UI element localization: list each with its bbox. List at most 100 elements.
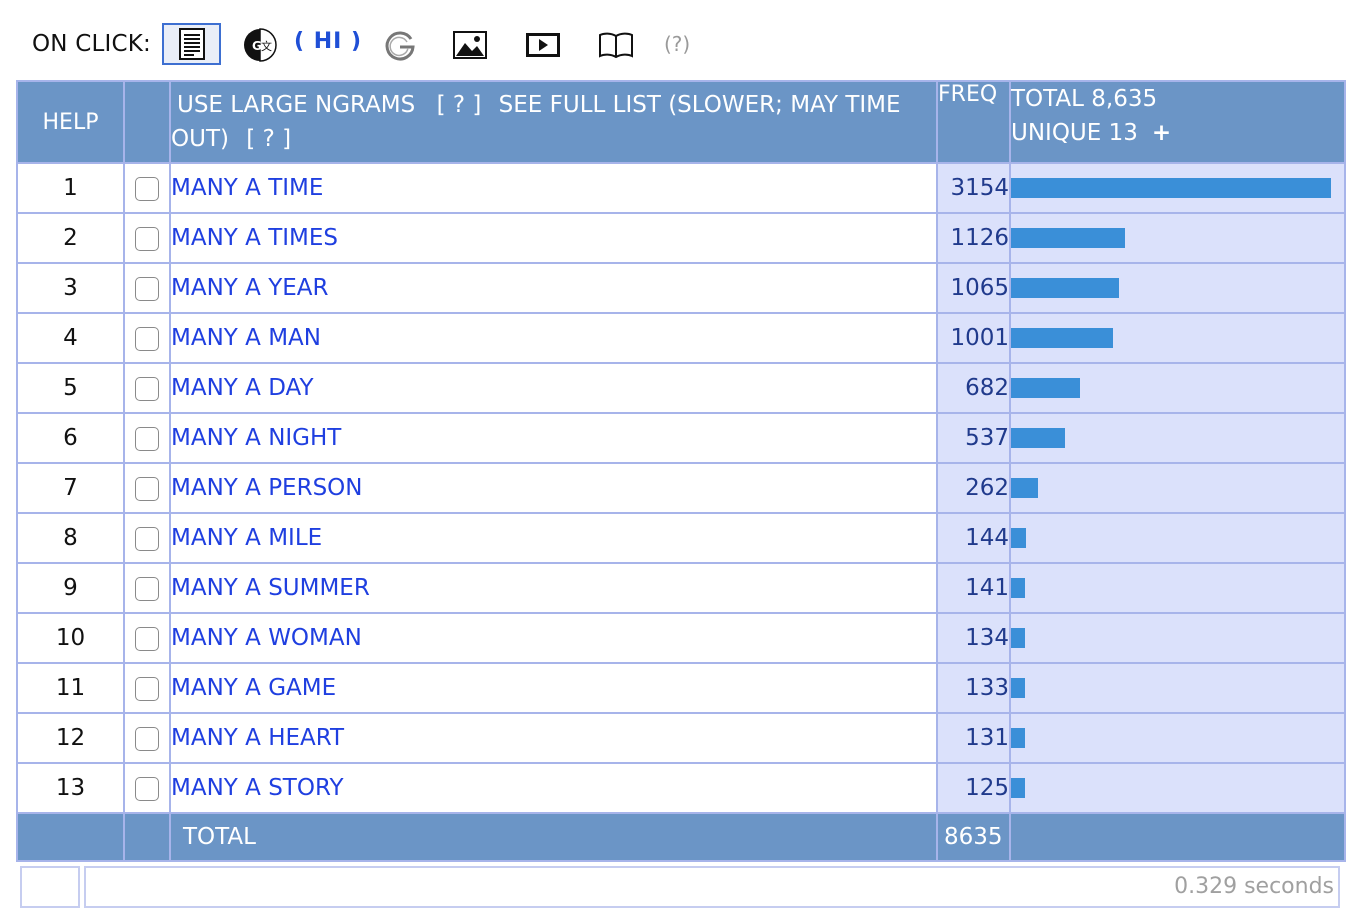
row-bar-cell bbox=[1009, 612, 1346, 664]
row-phrase-cell: MANY A NIGHT bbox=[169, 412, 938, 464]
timing-box: 0.329 seconds bbox=[84, 866, 1340, 908]
phrase-link[interactable]: MANY A DAY bbox=[171, 375, 314, 401]
row-checkbox[interactable] bbox=[135, 726, 159, 751]
table-row: 6 MANY A NIGHT 537 bbox=[16, 412, 1346, 464]
full-list-help-link[interactable]: [ ? ] bbox=[246, 126, 291, 152]
total-freq: 8635 bbox=[936, 812, 1011, 862]
phrase-link[interactable]: MANY A YEAR bbox=[171, 275, 329, 301]
row-checkbox-cell bbox=[123, 262, 171, 314]
phrase-link[interactable]: MANY A MILE bbox=[171, 525, 322, 551]
freq-bar bbox=[1011, 478, 1038, 498]
row-checkbox[interactable] bbox=[135, 226, 159, 251]
row-freq: 537 bbox=[936, 412, 1011, 464]
row-checkbox[interactable] bbox=[135, 176, 159, 201]
use-large-ngrams-link[interactable]: USE LARGE NGRAMS bbox=[171, 92, 415, 118]
row-phrase-cell: MANY A GAME bbox=[169, 662, 938, 714]
row-phrase-cell: MANY A DAY bbox=[169, 362, 938, 414]
freq-bar bbox=[1011, 778, 1025, 798]
phrase-link[interactable]: MANY A TIME bbox=[171, 175, 323, 201]
table-row: 9 MANY A SUMMER 141 bbox=[16, 562, 1346, 614]
row-bar-cell bbox=[1009, 162, 1346, 214]
row-freq: 262 bbox=[936, 462, 1011, 514]
phrase-link[interactable]: MANY A WOMAN bbox=[171, 625, 362, 651]
row-checkbox[interactable] bbox=[135, 676, 159, 701]
freq-bar bbox=[1011, 378, 1080, 398]
row-number: 9 bbox=[16, 562, 125, 614]
row-freq: 144 bbox=[936, 512, 1011, 564]
row-number: 3 bbox=[16, 262, 125, 314]
total-row-empty-2 bbox=[123, 812, 171, 862]
row-checkbox-cell bbox=[123, 312, 171, 364]
book-icon[interactable] bbox=[598, 29, 634, 61]
row-checkbox[interactable] bbox=[135, 376, 159, 401]
row-checkbox-cell bbox=[123, 162, 171, 214]
row-phrase-cell: MANY A MILE bbox=[169, 512, 938, 564]
help-icon[interactable]: (?) bbox=[664, 32, 690, 56]
phrase-link[interactable]: MANY A PERSON bbox=[171, 475, 362, 501]
phrase-link[interactable]: MANY A SUMMER bbox=[171, 575, 370, 601]
phrase-link[interactable]: MANY A NIGHT bbox=[171, 425, 341, 451]
row-checkbox[interactable] bbox=[135, 626, 159, 651]
hi-language-link[interactable]: ( HI ) bbox=[294, 29, 362, 54]
google-icon[interactable] bbox=[382, 28, 418, 64]
row-phrase-cell: MANY A HEART bbox=[169, 712, 938, 764]
row-bar-cell bbox=[1009, 712, 1346, 764]
freq-bar bbox=[1011, 178, 1331, 198]
row-checkbox-cell bbox=[123, 612, 171, 664]
row-checkbox[interactable] bbox=[135, 526, 159, 551]
total-label: TOTAL bbox=[169, 812, 938, 862]
toolbar: ON CLICK: G 文 ( HI ) (?) bbox=[0, 0, 1350, 80]
row-checkbox[interactable] bbox=[135, 426, 159, 451]
total-row-empty-1 bbox=[16, 812, 125, 862]
query-timing: 0.329 seconds bbox=[1174, 874, 1334, 899]
row-freq: 125 bbox=[936, 762, 1011, 814]
freq-bar bbox=[1011, 428, 1065, 448]
table-row: 7 MANY A PERSON 262 bbox=[16, 462, 1346, 514]
phrase-link[interactable]: MANY A TIMES bbox=[171, 225, 338, 251]
image-icon[interactable] bbox=[452, 29, 488, 61]
large-ngrams-help-link[interactable]: [ ? ] bbox=[437, 92, 482, 118]
row-number: 11 bbox=[16, 662, 125, 714]
row-checkbox[interactable] bbox=[135, 776, 159, 801]
row-checkbox-cell bbox=[123, 562, 171, 614]
help-header[interactable]: HELP bbox=[16, 80, 125, 164]
table-row: 13 MANY A STORY 125 bbox=[16, 762, 1346, 814]
row-bar-cell bbox=[1009, 512, 1346, 564]
row-checkbox-cell bbox=[123, 212, 171, 264]
row-number: 8 bbox=[16, 512, 125, 564]
row-number: 4 bbox=[16, 312, 125, 364]
row-checkbox-cell bbox=[123, 412, 171, 464]
phrase-link[interactable]: MANY A STORY bbox=[171, 775, 344, 801]
document-icon[interactable] bbox=[162, 23, 221, 65]
freq-bar bbox=[1011, 528, 1026, 548]
row-checkbox[interactable] bbox=[135, 276, 159, 301]
see-full-list-link[interactable]: SEE FULL LIST (SLOWER; MAY TIME bbox=[499, 92, 901, 118]
row-bar-cell bbox=[1009, 212, 1346, 264]
row-freq: 141 bbox=[936, 562, 1011, 614]
total-row-empty-3 bbox=[1009, 812, 1346, 862]
expand-plus-button[interactable]: + bbox=[1152, 120, 1171, 146]
row-number: 7 bbox=[16, 462, 125, 514]
row-number: 6 bbox=[16, 412, 125, 464]
phrase-link[interactable]: MANY A HEART bbox=[171, 725, 344, 751]
total-count: TOTAL 8,635 bbox=[1011, 86, 1158, 112]
video-icon[interactable] bbox=[525, 30, 561, 60]
table-row: 2 MANY A TIMES 1126 bbox=[16, 212, 1346, 264]
row-bar-cell bbox=[1009, 412, 1346, 464]
phrase-link[interactable]: MANY A MAN bbox=[171, 325, 321, 351]
row-phrase-cell: MANY A PERSON bbox=[169, 462, 938, 514]
row-freq: 1126 bbox=[936, 212, 1011, 264]
phrase-link[interactable]: MANY A GAME bbox=[171, 675, 336, 701]
row-freq: 133 bbox=[936, 662, 1011, 714]
ngram-results-table: HELP USE LARGE NGRAMS [ ? ] SEE FULL LIS… bbox=[16, 80, 1346, 862]
see-full-list-link-cont[interactable]: OUT) bbox=[171, 126, 229, 152]
row-phrase-cell: MANY A STORY bbox=[169, 762, 938, 814]
row-checkbox[interactable] bbox=[135, 576, 159, 601]
row-bar-cell bbox=[1009, 762, 1346, 814]
table-row: 12 MANY A HEART 131 bbox=[16, 712, 1346, 764]
row-checkbox[interactable] bbox=[135, 326, 159, 351]
google-translate-icon[interactable]: G 文 bbox=[242, 27, 278, 63]
header-row: HELP USE LARGE NGRAMS [ ? ] SEE FULL LIS… bbox=[16, 80, 1346, 164]
row-checkbox[interactable] bbox=[135, 476, 159, 501]
freq-bar bbox=[1011, 578, 1025, 598]
